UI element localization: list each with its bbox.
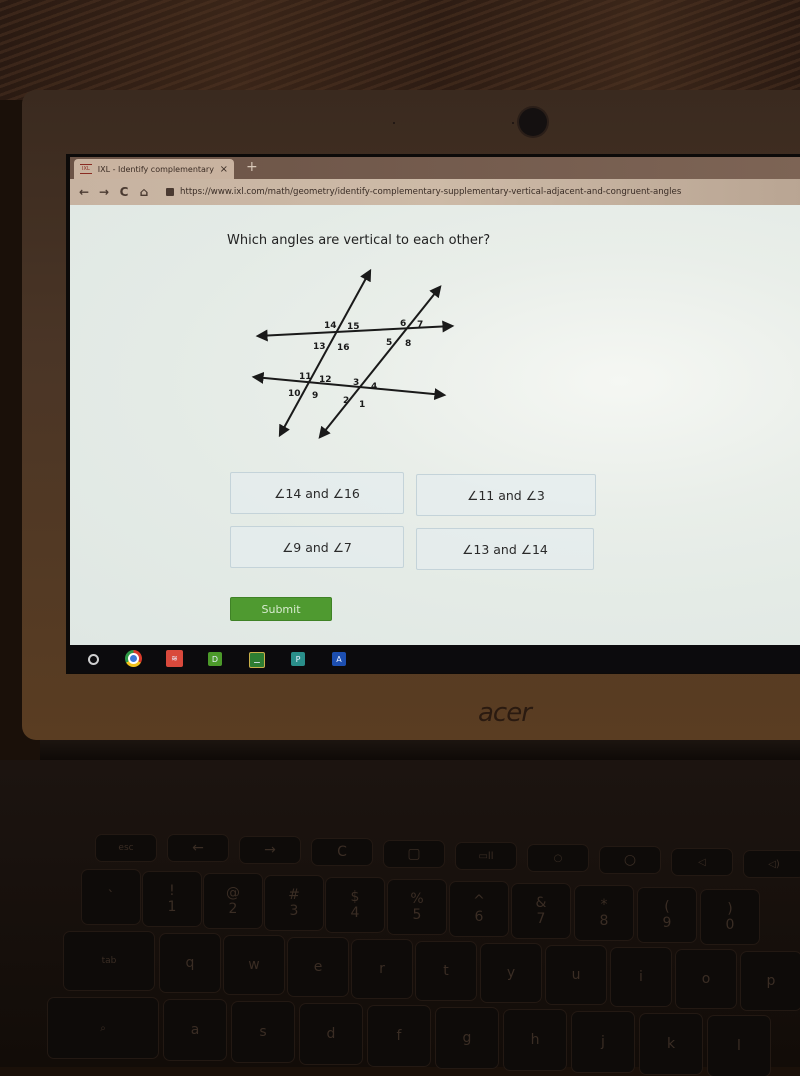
new-tab-button[interactable]: + (246, 159, 258, 175)
key-8[interactable]: * 8 (575, 886, 633, 940)
tab-ixl[interactable]: IXL IXL - Identify complementary, su × (74, 159, 234, 179)
key-t[interactable]: t (416, 942, 476, 1000)
key-e[interactable]: e (288, 938, 348, 996)
submit-button[interactable]: Submit (230, 597, 332, 621)
key-p[interactable]: p (741, 952, 800, 1010)
browser-window: IXL IXL - Identify complementary, su × +… (70, 157, 800, 645)
background-fabric (0, 0, 800, 100)
key-3[interactable]: # 3 (265, 876, 323, 930)
angle-label-12: 12 (319, 375, 332, 385)
app-p-icon[interactable]: P (291, 652, 305, 666)
angle-label-8: 8 (405, 339, 411, 349)
key-brightness-up[interactable]: ○ (600, 847, 660, 873)
key-back[interactable]: ← (168, 835, 228, 861)
app-d-icon[interactable]: D (208, 652, 222, 666)
angle-label-15: 15 (347, 322, 360, 332)
choice-13-14[interactable]: ∠13 and ∠14 (416, 528, 594, 570)
line-right-slant (318, 285, 442, 439)
back-button[interactable]: ← (74, 185, 94, 199)
key-forward[interactable]: → (240, 837, 300, 863)
key-4[interactable]: $ 4 (326, 878, 384, 932)
angle-label-2: 2 (343, 396, 349, 406)
key-k[interactable]: k (640, 1014, 702, 1074)
key-5[interactable]: % 5 (388, 880, 446, 934)
key-j[interactable]: j (572, 1012, 634, 1072)
key-0[interactable]: ) 0 (701, 890, 759, 944)
ixl-favicon-icon: IXL (80, 164, 92, 174)
page-info-icon[interactable] (166, 188, 174, 196)
forward-button[interactable]: → (94, 185, 114, 199)
key-g[interactable]: g (436, 1008, 498, 1068)
angle-label-1: 1 (359, 400, 365, 410)
key-9[interactable]: ( 9 (638, 888, 696, 942)
key-1[interactable]: ! 1 (143, 872, 201, 926)
key-esc[interactable]: esc (96, 835, 156, 861)
key-6[interactable]: ^ 6 (450, 882, 508, 936)
key-h[interactable]: h (504, 1010, 566, 1070)
key-a[interactable]: a (164, 1000, 226, 1060)
home-button[interactable]: ⌂ (134, 185, 154, 199)
key-fullscreen[interactable]: ▢ (384, 841, 444, 867)
launcher-icon[interactable] (88, 654, 99, 665)
webcam (519, 108, 547, 136)
key-y[interactable]: y (481, 944, 541, 1002)
key-s[interactable]: s (232, 1002, 294, 1062)
choice-14-16[interactable]: ∠14 and ∠16 (230, 472, 404, 514)
question-text: Which angles are vertical to each other? (227, 233, 491, 248)
key-search[interactable]: ⌕ (48, 998, 158, 1058)
key-refresh[interactable]: C (312, 839, 372, 865)
keyboard-deck: esc ← → C ▢ ▭ll ○ ○ ◁ ◁) ` ! 1 @ 2 # 3 $… (0, 760, 800, 1076)
url-text[interactable]: https://www.ixl.com/math/geometry/identi… (180, 187, 681, 197)
key-2[interactable]: @ 2 (204, 874, 262, 928)
angle-label-4: 4 (371, 382, 377, 392)
angle-label-14: 14 (324, 321, 337, 331)
choice-9-7[interactable]: ∠9 and ∠7 (230, 526, 404, 568)
key-w[interactable]: w (224, 936, 284, 994)
key-volume[interactable]: ◁) (744, 851, 800, 877)
browser-toolbar: ← → C ⌂ https://www.ixl.com/math/geometr… (70, 179, 800, 205)
todoist-icon[interactable]: ≋ (166, 650, 183, 667)
angle-label-5: 5 (386, 338, 392, 348)
line-bottom (251, 371, 447, 401)
reload-button[interactable]: C (114, 185, 134, 199)
mic-dot (512, 122, 514, 124)
key-i[interactable]: i (611, 948, 671, 1006)
angle-label-3: 3 (353, 378, 359, 388)
angle-label-13: 13 (313, 342, 326, 352)
angle-label-16: 16 (337, 343, 350, 353)
key-o[interactable]: o (676, 950, 736, 1008)
key-brightness-down[interactable]: ○ (528, 845, 588, 871)
acer-logo: acer (478, 698, 532, 728)
key-d[interactable]: d (300, 1004, 362, 1064)
address-bar[interactable]: https://www.ixl.com/math/geometry/identi… (166, 183, 800, 201)
page-content: Which angles are vertical to each other?… (70, 205, 800, 645)
angle-label-9: 9 (312, 391, 318, 401)
tab-title: IXL - Identify complementary, su (97, 164, 214, 174)
key-q[interactable]: q (160, 934, 220, 992)
tab-strip: IXL IXL - Identify complementary, su × + (70, 157, 800, 179)
classroom-icon[interactable]: ⚊ (249, 652, 265, 668)
key-backtick[interactable]: ` (82, 870, 140, 924)
app-a-icon[interactable]: A (332, 652, 346, 666)
key-tab[interactable]: tab (64, 932, 154, 990)
angle-label-6: 6 (400, 319, 406, 329)
chromeos-shelf: ≋ D ⚊ P A (70, 645, 800, 673)
mic-dot (393, 122, 395, 124)
key-overview[interactable]: ▭ll (456, 843, 516, 869)
angle-label-7: 7 (417, 320, 423, 330)
line-left-slant (278, 268, 372, 438)
angle-label-10: 10 (288, 389, 301, 399)
choice-11-3[interactable]: ∠11 and ∠3 (416, 474, 596, 516)
key-l[interactable]: l (708, 1016, 770, 1076)
key-mute[interactable]: ◁ (672, 849, 732, 875)
angle-label-11: 11 (299, 372, 312, 382)
chrome-icon[interactable] (125, 650, 142, 667)
laptop-hinge (40, 740, 800, 760)
key-r[interactable]: r (352, 940, 412, 998)
tab-close-icon[interactable]: × (220, 164, 228, 175)
angle-diagram: 14 15 13 16 6 7 5 8 11 12 10 9 3 4 2 1 (251, 268, 455, 439)
key-u[interactable]: u (546, 946, 606, 1004)
key-7[interactable]: & 7 (512, 884, 570, 938)
key-f[interactable]: f (368, 1006, 430, 1066)
